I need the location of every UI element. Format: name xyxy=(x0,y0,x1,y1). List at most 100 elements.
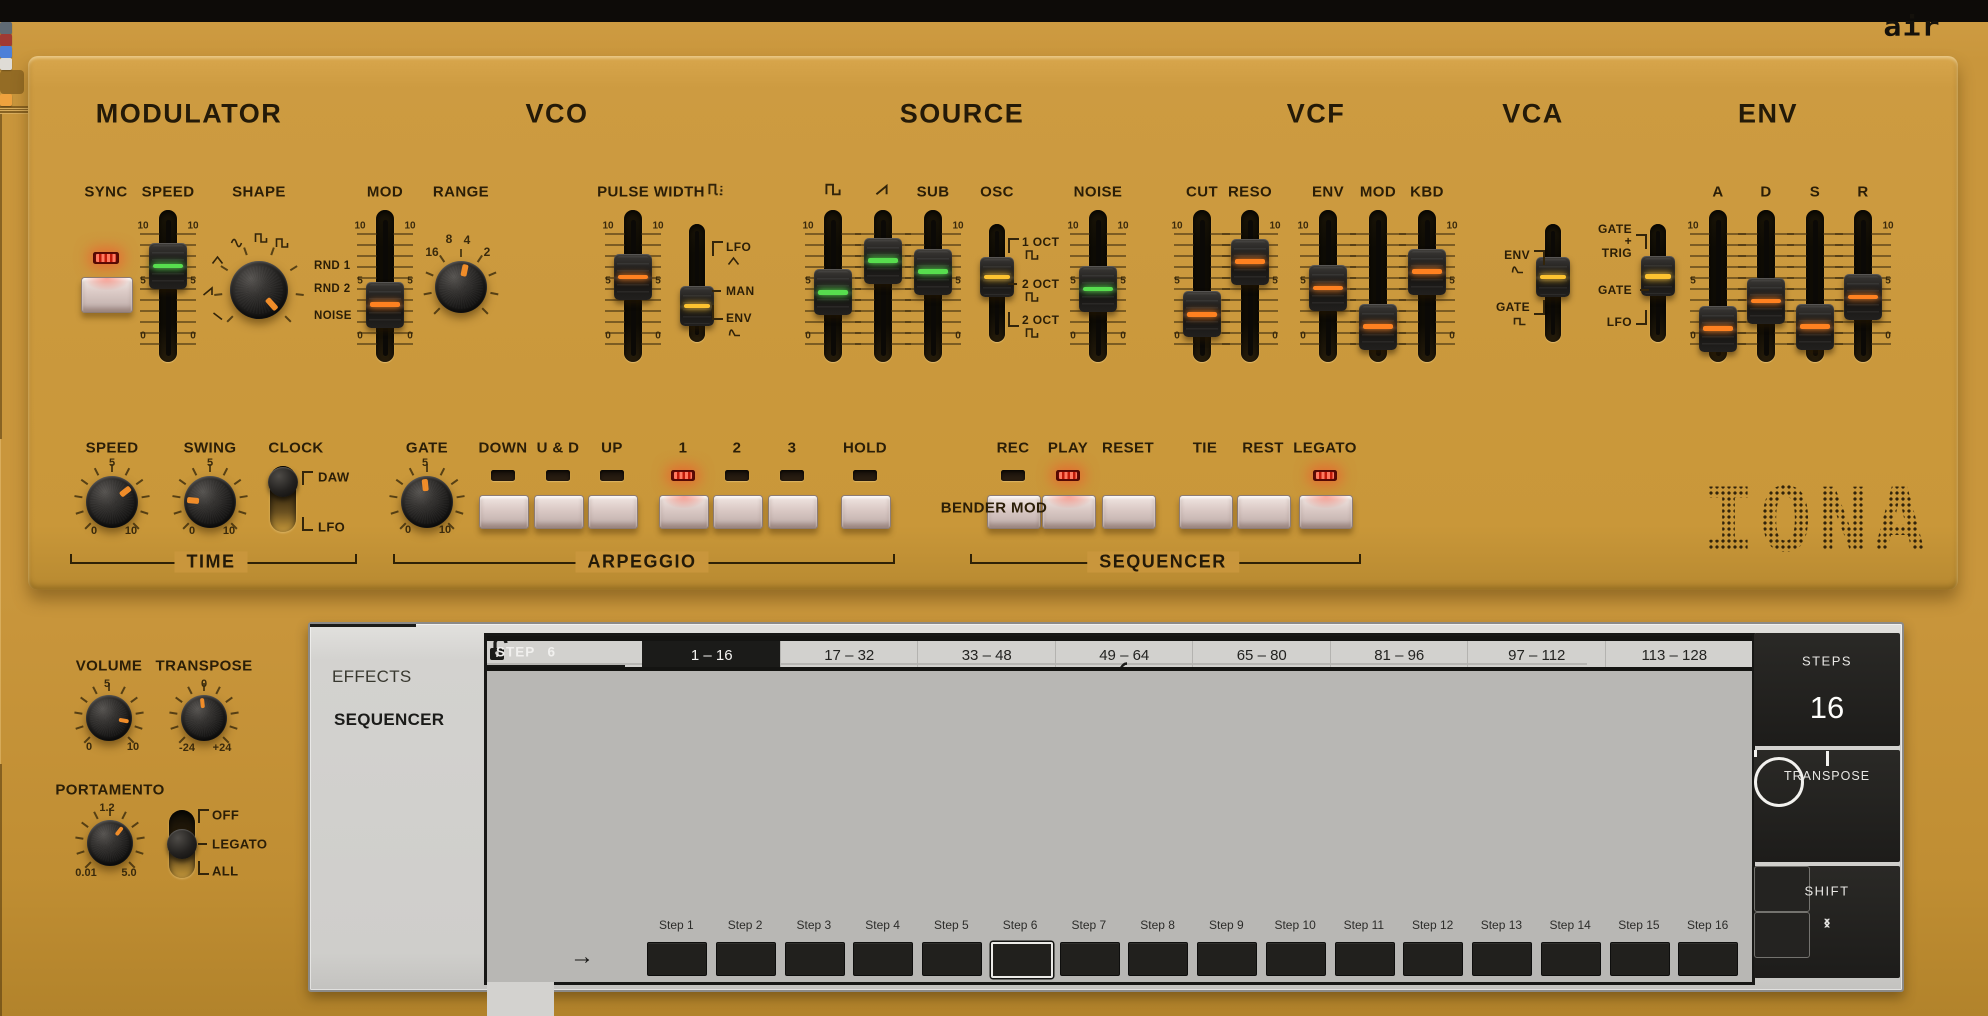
clock-toggle[interactable] xyxy=(268,467,298,497)
vcf-env-fader-handle[interactable] xyxy=(1309,265,1347,311)
fader-tick xyxy=(1787,233,1807,235)
step-button-5[interactable] xyxy=(922,942,982,976)
color-swatch-blue[interactable] xyxy=(0,46,12,58)
vcf-mod-fader-handle[interactable] xyxy=(1359,304,1397,350)
tab-sequencer[interactable]: SEQUENCER xyxy=(334,710,444,730)
time-speed-knob[interactable] xyxy=(86,476,138,528)
env-sustain-fader-handle[interactable] xyxy=(1796,304,1834,350)
time-swing-knob-label: SWING xyxy=(184,440,237,457)
env-decay-fader-label: D xyxy=(1760,184,1771,201)
arpeggio-button-1[interactable] xyxy=(534,495,584,529)
fader-tick xyxy=(1690,266,1710,268)
portamento-knob-scale-number: 5.0 xyxy=(121,867,136,879)
portamento-knob[interactable] xyxy=(87,820,133,866)
fader-scale-number: 5 xyxy=(805,276,811,287)
group-label: SEQUENCER xyxy=(1087,552,1239,573)
fader-tick xyxy=(641,244,661,246)
fader-tick xyxy=(1871,321,1891,323)
fader-scale-number: 0 xyxy=(407,331,413,342)
vco-range-knob[interactable] xyxy=(435,261,487,313)
square-wave-icon xyxy=(275,236,288,254)
sequencer-button-3[interactable] xyxy=(1179,495,1233,529)
source-osc-selector-handle[interactable] xyxy=(980,257,1014,297)
sync-button[interactable] xyxy=(81,277,133,313)
vca-mode-selector-option-label: GATE xyxy=(1496,301,1530,313)
step-button-2[interactable] xyxy=(716,942,776,976)
arpeggio-button-0[interactable] xyxy=(479,495,529,529)
vcf-reso-fader-handle[interactable] xyxy=(1231,239,1269,285)
arpeggio-button-5[interactable] xyxy=(768,495,818,529)
step-button-13[interactable] xyxy=(1472,942,1532,976)
source-saw-fader-handle[interactable] xyxy=(864,238,902,284)
modulator-speed-fader-value-line xyxy=(153,264,183,269)
fader-tick xyxy=(140,343,160,345)
vco-pulse-width-fader-handle[interactable] xyxy=(614,254,652,300)
step-button-12[interactable] xyxy=(1403,942,1463,976)
env-decay-fader-handle[interactable] xyxy=(1747,278,1785,324)
env-release-fader-handle[interactable] xyxy=(1844,274,1882,320)
env-attack-fader-handle[interactable] xyxy=(1699,306,1737,352)
modulator-speed-fader-handle[interactable] xyxy=(149,243,187,289)
portamento-mode-switch[interactable] xyxy=(167,829,197,859)
bracket-mark xyxy=(1636,310,1647,325)
step-button-1[interactable] xyxy=(647,942,707,976)
knob-tick xyxy=(74,712,82,715)
color-swatch-orange[interactable] xyxy=(0,94,12,106)
arpeggio-gate-knob[interactable] xyxy=(401,476,453,528)
modulator-shape-knob[interactable] xyxy=(230,261,288,319)
fader-scale-number: 5 xyxy=(1449,276,1455,287)
sequencer-button-5[interactable] xyxy=(1299,495,1353,529)
source-pulse-fader-handle[interactable] xyxy=(814,269,852,315)
color-swatch-red[interactable] xyxy=(0,34,12,46)
step-button-10[interactable] xyxy=(1266,942,1326,976)
fader-tick xyxy=(1258,299,1278,301)
sequencer-grid: 1 – 1617 – 3233 – 4849 – 6465 – 8081 – 9… xyxy=(484,633,1755,985)
shift-title: SHIFT xyxy=(1804,884,1849,899)
transpose-knob[interactable] xyxy=(181,695,227,741)
current-step-badge-label: STEP xyxy=(496,645,535,660)
arpeggio-button-4[interactable] xyxy=(713,495,763,529)
arpeggio-button-3[interactable] xyxy=(659,495,709,529)
step-button-9[interactable] xyxy=(1197,942,1257,976)
fader-tick xyxy=(1222,233,1242,235)
step-button-16[interactable] xyxy=(1678,942,1738,976)
source-osc-selector-value-line xyxy=(984,275,1010,280)
clock-label: CLOCK xyxy=(268,440,323,457)
tab-effects[interactable]: EFFECTS xyxy=(332,667,412,687)
step-button-14[interactable] xyxy=(1541,942,1601,976)
section-title: SOURCE xyxy=(900,99,1025,130)
color-swatch-slate[interactable] xyxy=(0,22,12,34)
source-noise-fader-handle[interactable] xyxy=(1079,266,1117,312)
volume-knob[interactable] xyxy=(86,695,132,741)
shift-prev-button[interactable]: ‹ xyxy=(1754,866,1810,912)
arpeggio-button-2[interactable] xyxy=(588,495,638,529)
step-button-4[interactable] xyxy=(853,942,913,976)
arpeggio-gate-knob-scale-number: 5 xyxy=(422,457,428,469)
step-button-8[interactable] xyxy=(1128,942,1188,976)
arpeggio-button-6[interactable] xyxy=(841,495,891,529)
vcf-kbd-fader-label: KBD xyxy=(1410,184,1444,201)
step-button-3[interactable] xyxy=(785,942,845,976)
source-sub-fader-handle[interactable] xyxy=(914,249,952,295)
fader-scale-number: 10 xyxy=(1297,221,1308,232)
sequencer-button-4[interactable] xyxy=(1237,495,1291,529)
color-swatch-light-gray[interactable] xyxy=(0,58,12,70)
shift-next-button[interactable]: › xyxy=(1754,912,1810,958)
step-button-11[interactable] xyxy=(1335,942,1395,976)
vcf-cut-fader-handle[interactable] xyxy=(1183,291,1221,337)
fader-scale-number: 5 xyxy=(1120,276,1126,287)
vcf-kbd-fader-handle[interactable] xyxy=(1408,249,1446,295)
time-swing-knob[interactable] xyxy=(184,476,236,528)
portamento-knob-scale-number: 1.2 xyxy=(99,802,114,814)
vco-mod-fader-handle[interactable] xyxy=(366,282,404,328)
sequencer-button-1[interactable] xyxy=(1042,495,1096,529)
fader-tick xyxy=(140,321,160,323)
step-button-15[interactable] xyxy=(1610,942,1670,976)
fader-tick xyxy=(1350,277,1370,279)
step-button-7[interactable] xyxy=(1060,942,1120,976)
fader-tick xyxy=(855,288,875,290)
step-button-6[interactable] xyxy=(991,942,1053,978)
time-speed-knob-scale-number: 0 xyxy=(91,525,97,537)
vco-pw-mode-selector-handle[interactable] xyxy=(680,286,714,326)
sequencer-button-2[interactable] xyxy=(1102,495,1156,529)
